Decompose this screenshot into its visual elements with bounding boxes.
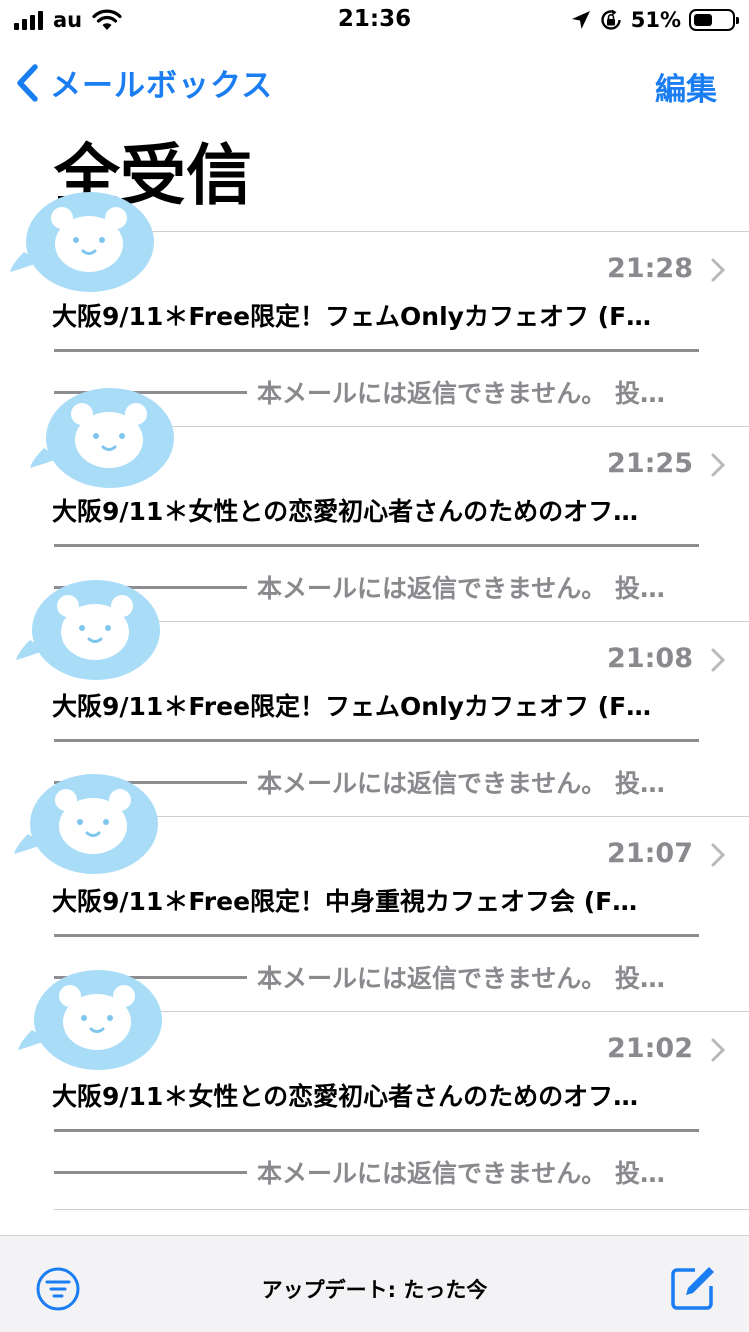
status-bar: au 21:36 51% [0, 0, 749, 44]
redacted-sender-line [54, 544, 699, 547]
redacted-sender-line [54, 349, 699, 352]
back-button-label: メールボックス [50, 68, 274, 104]
bear-sticker-icon [16, 580, 160, 680]
update-status: アップデート: たった今 [261, 1278, 488, 1302]
message-preview: 本メールには返信できません。 投… [257, 769, 665, 798]
bear-sticker-icon [10, 192, 154, 292]
edit-button[interactable]: 編集 [655, 64, 717, 109]
message-time: 21:08 [607, 643, 693, 674]
message-time: 21:07 [607, 838, 693, 869]
bear-sticker-icon [30, 388, 174, 488]
battery-icon [689, 9, 739, 31]
redacted-sender-line [54, 934, 699, 937]
bottom-toolbar: アップデート: たった今 [0, 1235, 749, 1332]
bear-sticker-icon [18, 970, 162, 1070]
location-arrow-icon [571, 11, 590, 29]
message-preview: 本メールには返信できません。 投… [257, 1159, 665, 1188]
message-subject: 大阪9/11＊女性との恋愛初心者さんのためのオフ… [52, 1082, 639, 1111]
message-preview: 本メールには返信できません。 投… [257, 574, 665, 603]
redacted-preview-line [54, 1171, 247, 1174]
message-preview: 本メールには返信できません。 投… [257, 964, 665, 993]
message-time: 21:28 [607, 253, 693, 284]
row-divider [54, 1209, 749, 1210]
rotation-lock-icon [601, 9, 621, 30]
message-preview: 本メールには返信できません。 投… [257, 379, 665, 408]
chevron-right-icon [711, 843, 726, 867]
bear-sticker-icon [14, 774, 158, 874]
chevron-right-icon [711, 258, 726, 282]
message-subject: 大阪9/11＊Free限定！フェムOnlyカフェオフ (F… [52, 302, 652, 331]
redacted-sender-line [54, 739, 699, 742]
message-time: 21:02 [607, 1033, 693, 1064]
battery-percent: 51% [630, 8, 681, 32]
chevron-right-icon [711, 648, 726, 672]
message-time: 21:25 [607, 448, 693, 479]
message-subject: 大阪9/11＊Free限定！中身重視カフェオフ会 (F… [52, 887, 638, 916]
compose-icon[interactable] [669, 1264, 717, 1312]
message-subject: 大阪9/11＊Free限定！フェムOnlyカフェオフ (F… [52, 692, 652, 721]
chevron-right-icon [711, 453, 726, 477]
back-button[interactable]: メールボックス [14, 60, 273, 105]
chevron-left-icon [17, 63, 38, 102]
navigation-bar: メールボックス 編集 [0, 50, 749, 114]
chevron-right-icon [711, 1038, 726, 1062]
message-subject: 大阪9/11＊女性との恋愛初心者さんのためのオフ… [52, 497, 639, 526]
redacted-sender-line [54, 1129, 699, 1132]
